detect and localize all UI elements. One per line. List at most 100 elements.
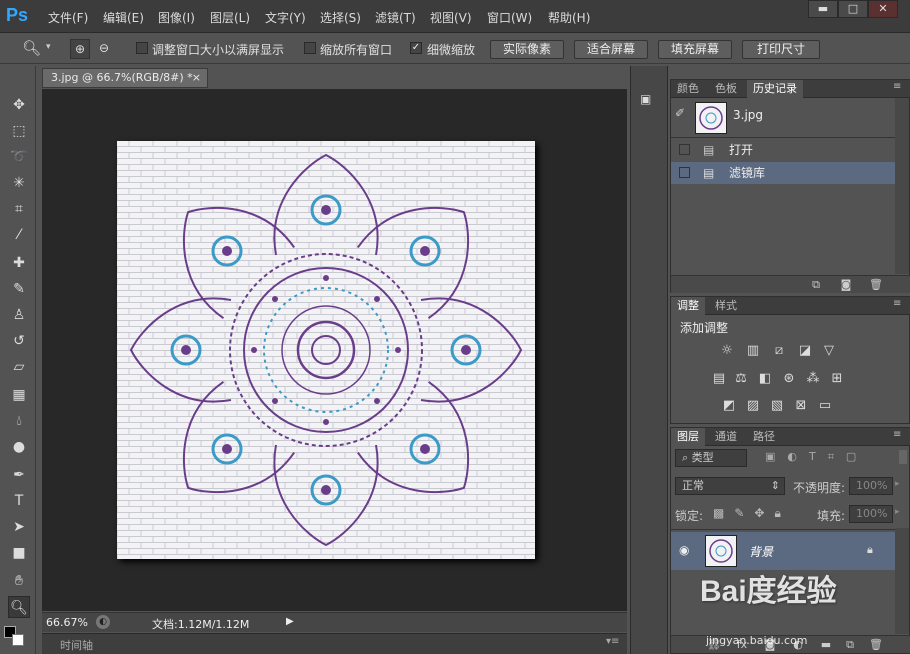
chevron-down-icon[interactable]: ▸ — [895, 507, 900, 517]
opacity-input[interactable]: 100% — [849, 477, 893, 495]
crop-tool-icon[interactable]: ⌗ — [8, 198, 30, 220]
history-brush-icon[interactable]: ↺ — [8, 330, 30, 352]
fit-screen-button[interactable]: 适合屏幕 — [574, 40, 648, 59]
resize-window-checkbox[interactable] — [136, 42, 148, 54]
menu-filter[interactable]: 滤镜(T) — [375, 9, 416, 26]
snapshot-thumbnail[interactable] — [695, 102, 727, 134]
new-layer-icon[interactable]: ⧉ — [843, 638, 857, 652]
menu-layer[interactable]: 图层(L) — [210, 9, 250, 26]
history-panel-icon[interactable]: ▣ — [640, 92, 658, 108]
history-item[interactable]: ▤ 打开 — [671, 139, 895, 161]
eye-icon[interactable]: ◉ — [679, 543, 689, 557]
play-arrow-icon[interactable]: ▶ — [286, 616, 294, 627]
zoom-in-icon[interactable]: ⊕ — [70, 39, 90, 59]
vibrance-icon[interactable]: ▽ — [821, 344, 837, 358]
filter-toggle[interactable] — [899, 450, 907, 464]
rectangle-tool-icon[interactable]: ■ — [8, 542, 30, 564]
history-checkbox[interactable] — [679, 144, 690, 155]
hue-saturation-icon[interactable]: ▤ — [711, 372, 727, 386]
curves-icon[interactable]: ⧄ — [771, 344, 787, 358]
tab-styles[interactable]: 样式 — [709, 297, 743, 315]
dodge-tool-icon[interactable]: ● — [8, 436, 30, 458]
layers-scrollbar[interactable] — [895, 528, 909, 634]
color-balance-icon[interactable]: ⚖ — [733, 372, 749, 386]
gradient-map-icon[interactable]: ▭ — [817, 399, 833, 413]
pen-tool-icon[interactable]: ✒ — [8, 464, 30, 486]
panel-menu-icon[interactable]: ≡ — [893, 429, 901, 440]
type-tool-icon[interactable]: T — [8, 490, 30, 512]
restore-button[interactable]: □ — [838, 0, 868, 18]
menu-select[interactable]: 选择(S) — [320, 9, 361, 26]
document-image[interactable] — [117, 141, 535, 559]
folder-icon[interactable]: ▬ — [819, 638, 833, 652]
lasso-tool-icon[interactable]: ➰ — [8, 146, 30, 168]
lock-icons[interactable]: ▩✎✥🔒︎ — [713, 506, 791, 521]
exposure-icon[interactable]: ◪ — [797, 344, 813, 358]
brightness-icon[interactable]: ☼ — [719, 344, 735, 358]
zoom-out-icon[interactable]: ⊖ — [94, 39, 114, 59]
menu-help[interactable]: 帮助(H) — [548, 9, 590, 26]
tab-paths[interactable]: 路径 — [747, 428, 781, 446]
trash-icon[interactable]: 🗑︎ — [869, 278, 883, 292]
tab-channels[interactable]: 通道 — [709, 428, 743, 446]
gradient-tool-icon[interactable]: ▦ — [8, 384, 30, 406]
background-color-swatch[interactable] — [12, 634, 24, 646]
tab-history[interactable]: 历史记录 — [747, 80, 803, 98]
fill-screen-button[interactable]: 填充屏幕 — [658, 40, 732, 59]
levels-icon[interactable]: ▥ — [745, 344, 761, 358]
stamp-tool-icon[interactable]: ♙ — [8, 304, 30, 326]
menu-type[interactable]: 文字(Y) — [265, 9, 306, 26]
close-icon[interactable]: × — [192, 69, 201, 87]
menu-image[interactable]: 图像(I) — [158, 9, 195, 26]
camera-icon[interactable]: ◙ — [839, 278, 853, 292]
healing-brush-icon[interactable]: ✚ — [8, 252, 30, 274]
invert-icon[interactable]: ◩ — [721, 399, 737, 413]
share-icon[interactable]: ◐ — [96, 615, 110, 629]
black-white-icon[interactable]: ◧ — [757, 372, 773, 386]
posterize-icon[interactable]: ▨ — [745, 399, 761, 413]
tab-swatches[interactable]: 色板 — [709, 80, 743, 98]
fill-input[interactable]: 100% — [849, 505, 893, 523]
layer-row-background[interactable]: ◉ 背景 🔒︎ — [671, 532, 895, 570]
history-checkbox[interactable] — [679, 167, 690, 178]
move-tool-icon[interactable]: ✥ — [8, 94, 30, 116]
timeline-tab[interactable]: 时间轴 — [60, 637, 93, 653]
panel-menu-icon[interactable]: ≡ — [893, 298, 901, 309]
history-item-selected[interactable]: ▤ 滤镜库 — [671, 162, 895, 184]
panel-menu-icon[interactable]: ≡ — [893, 81, 901, 92]
photo-filter-icon[interactable]: ⊛ — [781, 372, 797, 386]
tab-layers[interactable]: 图层 — [671, 428, 705, 446]
channel-mixer-icon[interactable]: ⁂ — [805, 372, 821, 386]
color-lookup-icon[interactable]: ⊞ — [829, 372, 845, 386]
selective-color-icon[interactable]: ⊠ — [793, 399, 809, 413]
zoom-all-checkbox[interactable] — [304, 42, 316, 54]
chevron-down-icon[interactable]: ▾ — [46, 42, 51, 52]
blend-mode-select[interactable]: 正常 ⇕ — [675, 477, 785, 495]
zoom-tool-icon[interactable]: 🔍︎ — [22, 39, 44, 59]
menu-file[interactable]: 文件(F) — [48, 9, 88, 26]
document-tab[interactable]: 3.jpg @ 66.7%(RGB/8#) * × — [42, 68, 208, 88]
threshold-icon[interactable]: ▧ — [769, 399, 785, 413]
layer-filter-select[interactable]: ⌕ 类型 — [675, 449, 747, 467]
path-selection-icon[interactable]: ➤ — [8, 516, 30, 538]
new-document-from-state-icon[interactable]: ⧉ — [809, 278, 823, 292]
history-scrollbar[interactable] — [895, 98, 909, 274]
trash-icon[interactable]: 🗑︎ — [869, 638, 883, 652]
tab-adjustments[interactable]: 调整 — [671, 297, 705, 315]
blur-tool-icon[interactable]: 💧︎ — [8, 410, 30, 432]
panel-menu-icon[interactable]: ▾≡ — [606, 636, 619, 647]
zoom-level[interactable]: 66.67% — [46, 616, 88, 629]
magic-wand-icon[interactable]: ✳ — [8, 172, 30, 194]
tab-color[interactable]: 颜色 — [671, 80, 705, 98]
layer-filter-icons[interactable]: ▣◐T⌗▢ — [765, 450, 868, 464]
marquee-tool-icon[interactable]: ⬚ — [8, 120, 30, 142]
menu-view[interactable]: 视图(V) — [430, 9, 472, 26]
snapshot-brush-icon[interactable]: ✐ — [675, 106, 685, 120]
scrubby-zoom-checkbox[interactable]: ✓ — [410, 42, 422, 54]
zoom-tool-icon[interactable]: 🔍︎ — [8, 596, 30, 618]
eraser-tool-icon[interactable]: ▱ — [8, 356, 30, 378]
hand-tool-icon[interactable]: ✋︎ — [8, 570, 30, 592]
menu-window[interactable]: 窗口(W) — [487, 9, 532, 26]
menu-edit[interactable]: 编辑(E) — [103, 9, 144, 26]
brush-tool-icon[interactable]: ✎ — [8, 278, 30, 300]
